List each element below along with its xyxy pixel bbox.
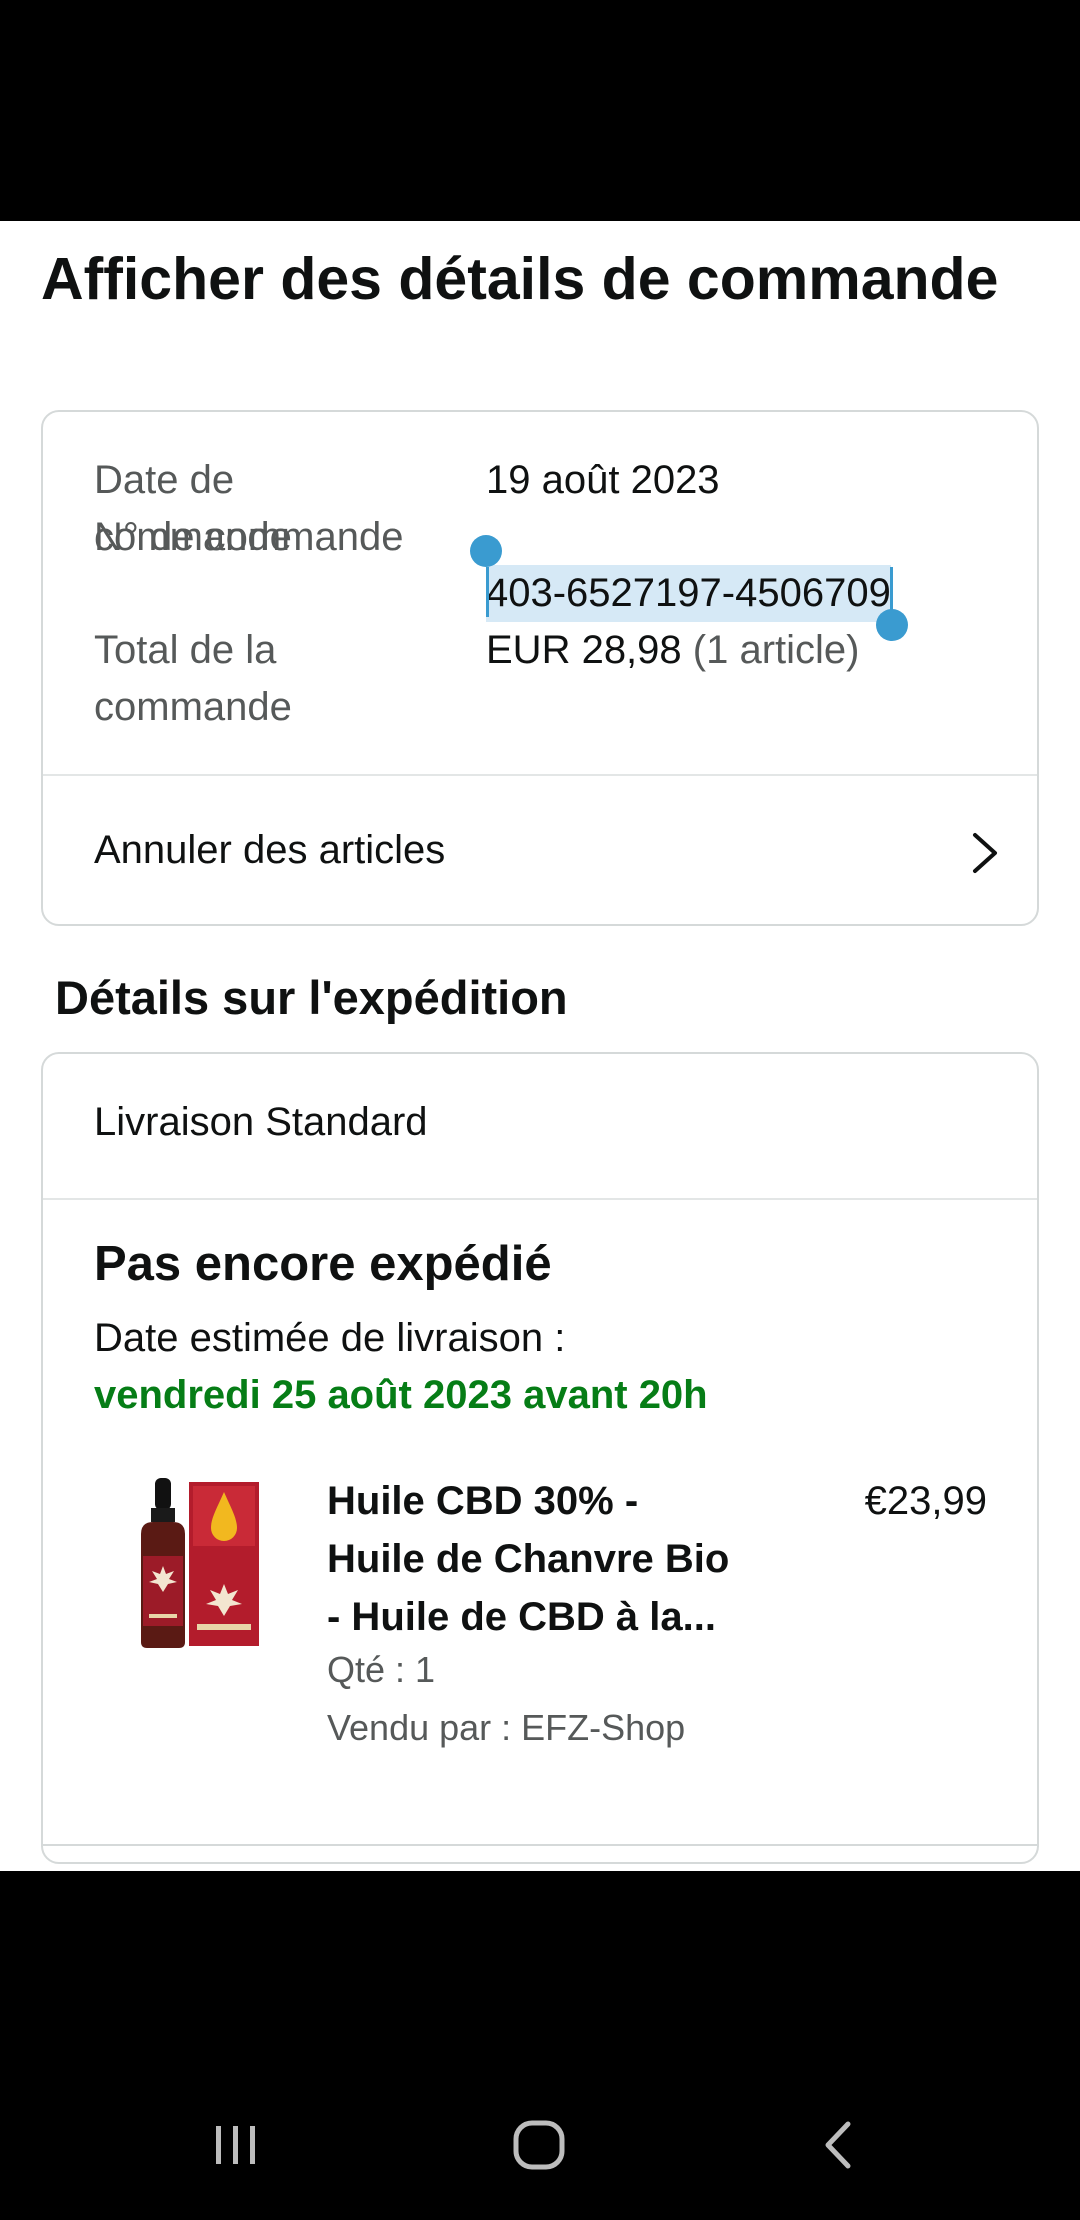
order-total-value: EUR 28,98 [486,628,682,672]
product-title-line[interactable]: Huile CBD 30% - [327,1472,767,1530]
divider [43,1198,1037,1200]
order-number-value-wrap[interactable]: 403-6527197-4506709 [470,535,908,641]
chevron-right-icon [973,833,997,873]
order-item-count: (1 article) [692,628,860,672]
product-seller: Vendu par : EFZ-Shop [327,1707,686,1748]
system-navigation-bar [0,2090,1080,2220]
product-image[interactable] [131,1474,271,1654]
selection-start-handle[interactable] [470,535,502,567]
shipment-section-title: Détails sur l'expédition [55,971,568,1024]
order-details-page: Afficher des détails de commande Date de… [0,221,1080,1871]
product-title-link[interactable]: Huile CBD 30% - Huile de Chanvre Bio - H… [327,1472,767,1646]
cancel-items-label: Annuler des articles [94,828,446,872]
page-title: Afficher des détails de commande [41,246,999,312]
shipment-card: Livraison Standard Pas encore expédié Da… [41,1052,1039,1864]
product-title-line[interactable]: Huile de Chanvre Bio [327,1530,767,1588]
selected-text[interactable]: 403-6527197-4506709 [470,535,908,641]
order-number-value[interactable]: 403-6527197-4506709 [486,571,891,615]
back-icon[interactable] [800,2110,880,2180]
shipment-status: Pas encore expédié [94,1237,552,1291]
status-bar-area [0,0,1080,221]
estimated-delivery-date: vendredi 25 août 2023 avant 20h [94,1373,708,1417]
product-price: €23,99 [864,1479,987,1523]
shipping-method: Livraison Standard [94,1100,428,1144]
divider [41,1844,1039,1846]
order-summary-card: Date de commande 19 août 2023 N° de comm… [41,410,1039,926]
home-icon[interactable] [500,2110,580,2180]
product-quantity: Qté : 1 [327,1649,436,1690]
selection-end-handle[interactable] [875,609,908,641]
order-total-value-wrap: EUR 28,98 (1 article) [486,622,860,679]
order-date-value: 19 août 2023 [486,458,720,502]
order-total-label: Total de la commande [94,628,292,729]
recents-icon[interactable] [196,2110,276,2180]
product-title-line[interactable]: - Huile de CBD à la... [327,1588,767,1646]
estimated-delivery-label: Date estimée de livraison : [94,1316,566,1360]
order-number-label: N° de commande [94,515,404,559]
selection-start-line [486,567,489,617]
cancel-items-button[interactable]: Annuler des articles [43,776,1037,924]
